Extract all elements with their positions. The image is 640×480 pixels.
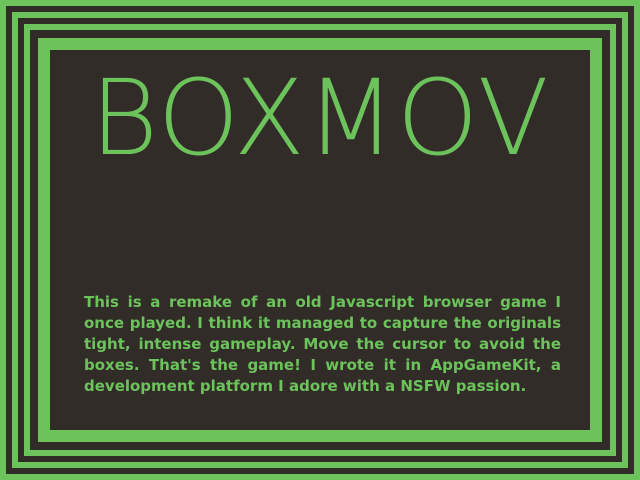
game-description: This is a remake of an old Javascript br… xyxy=(84,293,561,395)
game-title: BOXMOV xyxy=(90,57,550,179)
